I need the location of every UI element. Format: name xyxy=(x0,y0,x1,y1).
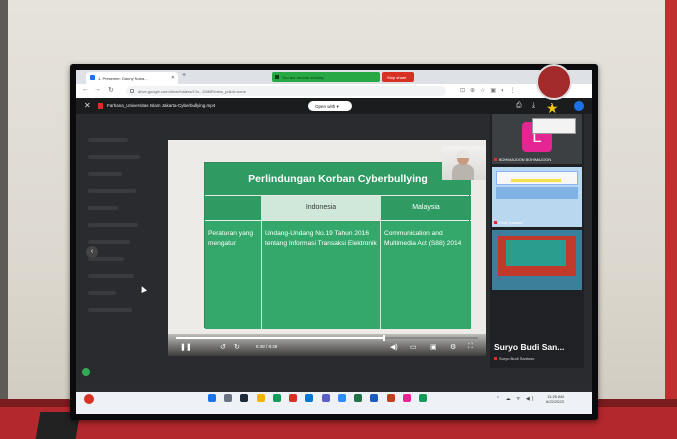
weather-icon[interactable] xyxy=(84,394,94,404)
time-display: 5:48 / 8:38 xyxy=(256,344,278,349)
app-icon[interactable] xyxy=(419,394,428,402)
cell-indonesia: Undang-Undang No.19 Tahun 2016 tentang I… xyxy=(262,221,380,329)
excel-icon[interactable] xyxy=(354,394,363,402)
tv-monitor: 1. Presenter: Danny Nuha... ✕ + You are … xyxy=(70,64,598,420)
chrome-icon[interactable] xyxy=(289,394,298,402)
extension-icons[interactable]: ⊡⊕☆▣◐⋮ xyxy=(460,87,521,94)
theater-icon[interactable]: ▣ xyxy=(430,343,437,351)
red-curtain xyxy=(665,0,677,439)
video-controls: ❚❚ ↺ ↻ 5:48 / 8:38 ◀) ▭ ▣ ⚙ ⛶ xyxy=(168,334,486,356)
system-tray-icons[interactable]: ⌃ ☁ ᯤ ◀) xyxy=(496,396,535,402)
start-icon[interactable] xyxy=(208,394,216,402)
slide-table: Perlindungan Korban Cyberbullying Indone… xyxy=(204,162,471,329)
forward-icon[interactable]: → xyxy=(94,86,101,93)
presenter-video xyxy=(442,146,486,180)
row-label: Peraturan yang mengatur xyxy=(205,221,261,329)
header-blank-cell xyxy=(205,196,261,220)
viewer-header: ✕ Farhana_Universitas Islam Jakarta-Cybe… xyxy=(76,98,592,114)
taskbar-notice-strip xyxy=(76,384,592,392)
meeting-status-icon xyxy=(82,368,90,376)
participant-name: Ruby Kautsch xyxy=(494,221,523,225)
task-view-icon[interactable] xyxy=(240,394,249,402)
powerpoint-icon[interactable] xyxy=(386,394,395,402)
back-icon[interactable]: ← xyxy=(82,86,89,93)
new-tab-icon[interactable]: + xyxy=(182,72,186,79)
forward-icon[interactable]: ↻ xyxy=(234,343,240,351)
cell-malaysia: Communication and Multimedia Act (S88) 2… xyxy=(381,221,471,329)
print-icon[interactable]: ⎙ xyxy=(516,102,522,110)
browser-tab[interactable]: 1. Presenter: Danny Nuha... ✕ xyxy=(86,72,178,84)
column-divider xyxy=(261,196,262,329)
fullscreen-icon[interactable]: ⛶ xyxy=(468,343,473,351)
sharing-notice: You are remote sharing xyxy=(272,72,380,82)
video-frame[interactable]: Perlindungan Korban Cyberbullying Indone… xyxy=(168,140,486,356)
pause-icon[interactable]: ❚❚ xyxy=(180,343,192,351)
zoom-icon[interactable] xyxy=(337,394,346,402)
progress-bar[interactable] xyxy=(176,335,478,341)
store-icon[interactable] xyxy=(272,394,281,402)
url-text: drive.google.com/drive/folders/1Yo...D6M… xyxy=(138,89,246,94)
settings-icon[interactable]: ⚙ xyxy=(450,343,456,351)
share-screen-icon xyxy=(275,75,279,79)
browser-toolbar: ← → ↻ drive.google.com/drive/folders/1Yo… xyxy=(76,84,592,98)
browser-tab-bar: 1. Presenter: Danny Nuha... ✕ + You are … xyxy=(76,70,592,84)
rewind-icon[interactable]: ↺ xyxy=(220,343,226,351)
star-icon: ★ xyxy=(546,100,559,116)
teams-icon[interactable] xyxy=(321,394,330,402)
stop-share-button[interactable]: Stop share xyxy=(382,72,414,82)
header-malaysia: Malaysia xyxy=(381,196,471,220)
screen: 1. Presenter: Danny Nuha... ✕ + You are … xyxy=(76,70,592,414)
progress-fill xyxy=(176,337,385,339)
word-icon[interactable] xyxy=(370,394,379,402)
app-icon[interactable] xyxy=(402,394,411,402)
search-icon[interactable] xyxy=(224,394,233,402)
participant-name: BOHIMAJOON BOHIMAJOON xyxy=(494,158,551,162)
active-speaker-name: Suryo Budi San... xyxy=(494,342,565,352)
open-with-button[interactable]: Open with ▾ xyxy=(308,101,352,111)
taskbar-apps xyxy=(208,394,430,404)
header-indonesia: Indonesia xyxy=(262,196,380,220)
close-tab-icon[interactable]: ✕ xyxy=(171,75,175,81)
progress-knob[interactable] xyxy=(383,335,386,341)
address-bar[interactable]: drive.google.com/drive/folders/1Yo...D6M… xyxy=(126,86,446,96)
participant-tile[interactable]: Ruby Kautsch xyxy=(492,167,582,227)
column-divider xyxy=(380,196,381,329)
file-explorer-icon[interactable] xyxy=(256,394,265,402)
drive-favicon-icon xyxy=(90,75,95,80)
close-viewer-icon[interactable]: ✕ xyxy=(84,101,91,110)
wall-post xyxy=(0,0,8,439)
video-file-icon xyxy=(98,103,103,109)
volume-icon[interactable]: ◀) xyxy=(390,343,398,351)
tab-title: 1. Presenter: Danny Nuha... xyxy=(98,76,148,81)
award-plaque: ★ xyxy=(532,64,576,136)
background-file-list xyxy=(88,138,152,358)
lock-icon xyxy=(130,89,134,93)
reload-icon[interactable]: ↻ xyxy=(108,86,114,94)
participants-panel: L BOHIMAJOON BOHIMAJOON Ruby Kautsch Sur… xyxy=(490,114,584,368)
active-speaker-label: Suryo Budi Santoso xyxy=(494,356,534,361)
participant-tile[interactable] xyxy=(492,230,582,290)
slide-title: Perlindungan Korban Cyberbullying xyxy=(205,163,471,195)
previous-file-icon[interactable]: ‹ xyxy=(86,246,98,258)
file-name: Farhana_Universitas Islam Jakarta-Cyberb… xyxy=(107,103,216,108)
captions-icon[interactable]: ▭ xyxy=(410,343,417,351)
taskbar-clock[interactable]: 11:25 AM 6/22/2023 xyxy=(546,394,564,404)
edge-icon[interactable] xyxy=(305,394,314,402)
